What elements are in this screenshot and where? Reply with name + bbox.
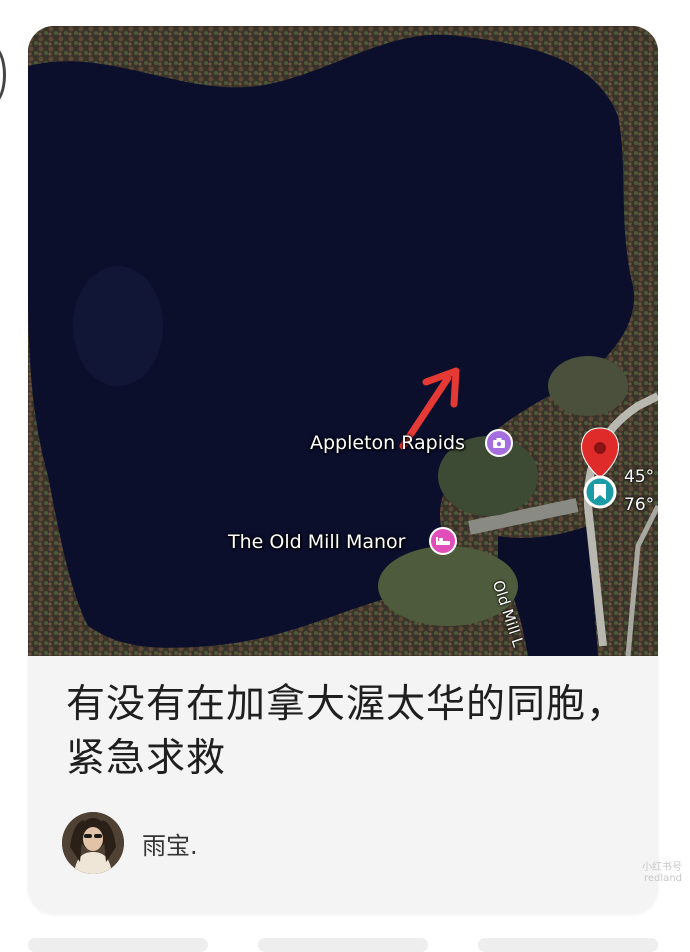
temperature-label: 76° [624,495,655,515]
camera-glyph [493,438,505,448]
avatar[interactable] [62,812,124,874]
temperature-label: 45° [624,467,655,487]
watermark-line: 小红书号 [642,862,682,873]
camera-icon[interactable] [485,429,513,457]
watermark-line: redland [644,873,682,884]
post-title[interactable]: 有没有在加拿大渥太华的同胞，紧急求救 [66,678,626,786]
watermark: 小红书号 redland [642,858,682,884]
place-label-manor[interactable]: The Old Mill Manor [228,531,406,553]
previous-card-edge [0,46,6,104]
bed-icon[interactable] [429,527,457,555]
post-card[interactable]: Appleton Rapids The Old Mill Manor 45° 7… [28,26,658,914]
author-row[interactable]: 雨宝. [62,812,198,874]
map-image: Appleton Rapids The Old Mill Manor 45° 7… [28,26,658,656]
satellite-map [28,26,658,656]
author-name[interactable]: 雨宝. [142,826,198,861]
avatar-image [62,812,124,874]
bed-glyph [436,537,450,545]
bookmark-icon[interactable] [583,475,617,509]
place-label-appleton[interactable]: Appleton Rapids [310,432,465,454]
